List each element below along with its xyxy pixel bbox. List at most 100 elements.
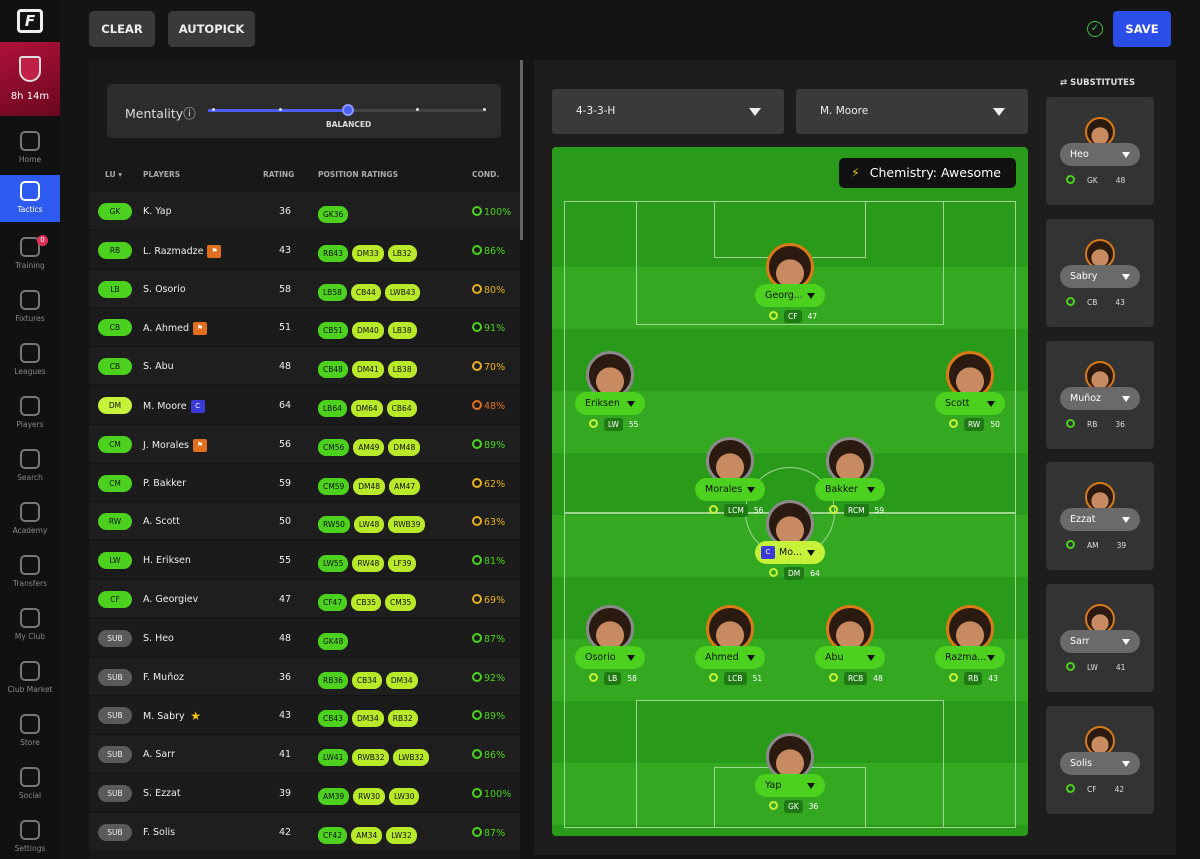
table-row[interactable]: RW A. Scott 50 RW50 LW48 RWB39 63%: [89, 501, 520, 540]
player-name-pill[interactable]: Eriksen: [575, 392, 645, 415]
player-name[interactable]: M. Moore: [143, 401, 187, 412]
table-row[interactable]: SUB F. Muñoz 36 RB36 CB34 DM34 92%: [89, 656, 520, 695]
player-name[interactable]: H. Eriksen: [143, 555, 191, 566]
pitch-player[interactable]: Georg... CF 47: [755, 243, 825, 333]
player-name[interactable]: A. Ahmed: [143, 323, 189, 334]
player-name[interactable]: S. Abu: [143, 361, 174, 372]
player-name[interactable]: J. Morales: [143, 440, 189, 451]
lineup-position-badge[interactable]: GK: [98, 203, 132, 220]
lineup-position-badge[interactable]: SUB: [98, 668, 132, 686]
clear-button[interactable]: CLEAR: [89, 11, 155, 47]
table-row[interactable]: LW H. Eriksen 55 LW55 RW48 LF39 81%: [89, 540, 520, 579]
table-row[interactable]: RB L. Razmadze ⚑ 43 RB43 DM33 LB32 86%: [89, 229, 520, 268]
pitch-player[interactable]: Eriksen LW 55: [575, 351, 645, 441]
pitch-player[interactable]: Ahmed LCB 51: [695, 605, 765, 695]
lineup-position-badge[interactable]: LB: [98, 280, 132, 298]
player-name[interactable]: M. Sabry: [143, 711, 185, 722]
sidebar-item-fixtures[interactable]: Fixtures: [0, 284, 60, 330]
player-name[interactable]: K. Yap: [143, 206, 172, 217]
table-row[interactable]: CB S. Abu 48 CB48 DM41 LB38 70%: [89, 346, 520, 385]
lineup-position-badge[interactable]: CM: [98, 474, 132, 492]
pitch-player[interactable]: Abu RCB 48: [815, 605, 885, 695]
substitute-card[interactable]: Solis CF 42: [1046, 706, 1154, 814]
player-name-pill[interactable]: Abu: [815, 646, 885, 669]
sidebar-item-academy[interactable]: Academy: [0, 496, 60, 542]
sidebar-item-social[interactable]: Social: [0, 761, 60, 807]
mentality-slider[interactable]: [208, 104, 486, 116]
lineup-position-badge[interactable]: SUB: [98, 629, 132, 647]
substitute-card[interactable]: Muñoz RB 36: [1046, 341, 1154, 449]
lineup-position-badge[interactable]: SUB: [98, 707, 132, 725]
rating-header[interactable]: RATING: [263, 170, 294, 179]
sidebar-item-training[interactable]: Training 0: [0, 231, 60, 277]
lineup-position-badge[interactable]: CM: [98, 435, 132, 453]
substitute-name-pill[interactable]: Sarr: [1060, 630, 1140, 653]
sidebar-item-home[interactable]: Home: [0, 125, 60, 171]
player-name-pill[interactable]: Yap: [755, 774, 825, 797]
lineup-position-badge[interactable]: DM: [98, 397, 132, 414]
sidebar-item-transfers[interactable]: Transfers: [0, 549, 60, 595]
lineup-position-badge[interactable]: RW: [98, 513, 132, 531]
lineup-position-badge[interactable]: CB: [98, 319, 132, 337]
app-logo[interactable]: F: [17, 9, 43, 33]
player-name-pill[interactable]: C Mo...: [755, 541, 825, 564]
table-row[interactable]: CB A. Ahmed ⚑ 51 CB51 DM40 LB38 91%: [89, 307, 520, 346]
pitch-player[interactable]: Razma... RB 43: [935, 605, 1005, 695]
table-row[interactable]: SUB A. Sarr 41 LW41 RWB32 LWB32 86%: [89, 734, 520, 773]
lineup-position-badge[interactable]: SUB: [98, 823, 132, 841]
info-icon[interactable]: ⓘ: [183, 106, 196, 121]
player-name[interactable]: A. Georgiev: [143, 594, 198, 605]
formation-select[interactable]: 4-3-3-H: [552, 89, 784, 134]
lineup-position-badge[interactable]: SUB: [98, 746, 132, 764]
table-row[interactable]: CF A. Georgiev 47 CF47 CB35 CM35 69%: [89, 579, 520, 617]
sidebar-item-clubmarket[interactable]: Club Market: [0, 655, 60, 701]
pitch-player[interactable]: Bakker RCM 59: [815, 437, 885, 527]
player-name[interactable]: A. Sarr: [143, 749, 175, 760]
lineup-position-badge[interactable]: CF: [98, 591, 132, 608]
table-row[interactable]: GK K. Yap 36 GK36 100%: [89, 191, 520, 229]
sidebar-item-search[interactable]: Search: [0, 443, 60, 489]
substitute-name-pill[interactable]: Heo: [1060, 143, 1140, 166]
substitute-name-pill[interactable]: Ezzat: [1060, 508, 1140, 531]
sidebar-item-store[interactable]: Store: [0, 708, 60, 754]
sidebar-item-tactics[interactable]: Tactics: [0, 175, 60, 222]
player-name[interactable]: P. Bakker: [143, 478, 186, 489]
substitute-name-pill[interactable]: Sabry: [1060, 265, 1140, 288]
lu-header[interactable]: LU ▾: [105, 170, 122, 179]
table-row[interactable]: DM M. Moore C 64 LB64 DM64 CB64 48%: [89, 385, 520, 423]
substitute-name-pill[interactable]: Solis: [1060, 752, 1140, 775]
sidebar-item-players[interactable]: Players: [0, 390, 60, 436]
table-row[interactable]: SUB F. Solis 42 CF42 AM34 LW32 87%: [89, 811, 520, 850]
sidebar-item-leagues[interactable]: Leagues: [0, 337, 60, 383]
substitute-card[interactable]: Ezzat AM 39: [1046, 462, 1154, 570]
pitch-player[interactable]: C Mo... DM 64: [755, 500, 825, 590]
lineup-position-badge[interactable]: RB: [98, 241, 132, 259]
pitch-player[interactable]: Osorio LB 58: [575, 605, 645, 695]
sidebar-item-myclub[interactable]: My Club: [0, 602, 60, 648]
save-button[interactable]: SAVE: [1113, 11, 1171, 47]
sidebar-item-settings[interactable]: Settings: [0, 814, 60, 859]
table-row[interactable]: CM J. Morales ⚑ 56 CM56 AM49 DM48 89%: [89, 423, 520, 462]
club-timer[interactable]: 8h 14m: [0, 42, 60, 116]
table-row[interactable]: SUB S. Ezzat 39 AM39 RW30 LW30 100%: [89, 773, 520, 811]
substitute-name-pill[interactable]: Muñoz: [1060, 387, 1140, 410]
player-name[interactable]: S. Osorio: [143, 284, 186, 295]
player-name-pill[interactable]: Osorio: [575, 646, 645, 669]
player-name-pill[interactable]: Morales: [695, 478, 765, 501]
player-name-pill[interactable]: Ahmed: [695, 646, 765, 669]
substitute-card[interactable]: Sabry CB 43: [1046, 219, 1154, 327]
lineup-scrollbar[interactable]: [520, 60, 523, 240]
substitute-card[interactable]: Heo GK 48: [1046, 97, 1154, 205]
player-name[interactable]: S. Heo: [143, 633, 174, 644]
table-row[interactable]: LB S. Osorio 58 LB58 CB44 LWB43 80%: [89, 268, 520, 307]
player-name[interactable]: A. Scott: [143, 516, 180, 527]
players-header[interactable]: PLAYERS: [143, 170, 180, 179]
player-name[interactable]: S. Ezzat: [143, 788, 181, 799]
mentality-slider-knob[interactable]: [342, 104, 354, 116]
lineup-position-badge[interactable]: CB: [98, 358, 132, 376]
cond-header[interactable]: COND.: [472, 170, 499, 179]
player-name[interactable]: L. Razmadze: [143, 246, 203, 257]
substitute-card[interactable]: Sarr LW 41: [1046, 584, 1154, 692]
player-name-pill[interactable]: Scott: [935, 392, 1005, 415]
table-row[interactable]: SUB S. Heo 48 GK48 87%: [89, 617, 520, 656]
